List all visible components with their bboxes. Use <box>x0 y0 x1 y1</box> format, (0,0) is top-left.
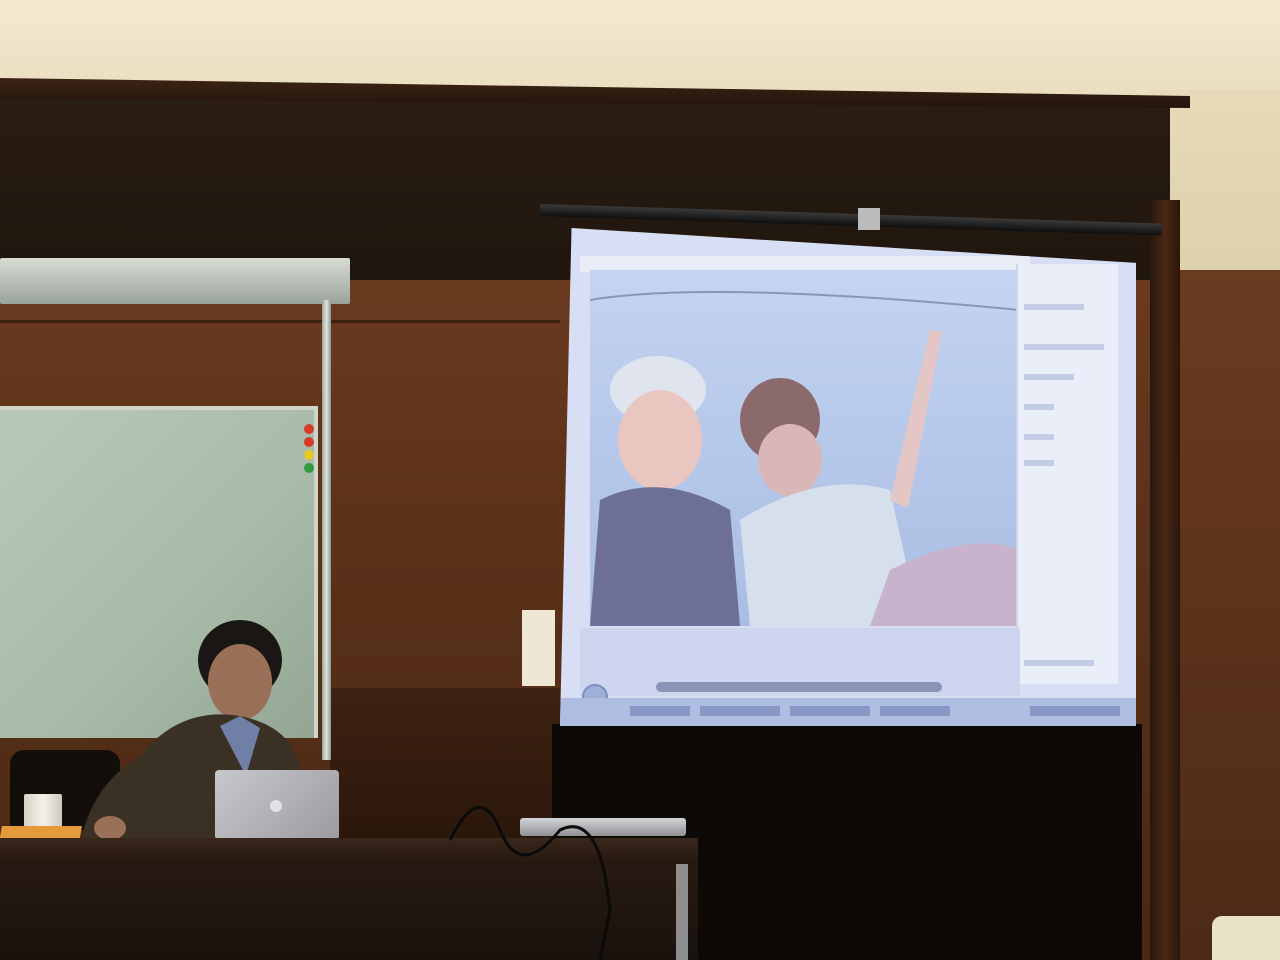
taskbar-item <box>790 706 870 716</box>
magnet <box>304 450 314 460</box>
panel-text-line <box>1024 344 1104 350</box>
whiteboard-rail <box>0 258 350 304</box>
note-card <box>522 610 555 686</box>
magnet <box>304 424 314 434</box>
panel-text-line <box>1024 404 1054 410</box>
panel-text-line <box>1024 304 1084 310</box>
panel-line <box>0 320 560 323</box>
right-wall-panel <box>1180 270 1280 960</box>
panel-text-line <box>1024 434 1054 440</box>
telephone <box>1212 916 1280 960</box>
magnet-stack <box>302 424 316 484</box>
laptop-logo <box>270 800 282 812</box>
taskbar <box>560 698 1136 726</box>
taskbar-item <box>880 706 950 716</box>
taskbar-item <box>700 706 780 716</box>
magnet <box>304 437 314 447</box>
desk-leg <box>676 864 688 960</box>
taskbar-item <box>630 706 690 716</box>
panel-text-line <box>1024 374 1074 380</box>
panel-text-line <box>1024 660 1094 666</box>
video-frame <box>589 270 1022 626</box>
screen-hanger <box>858 208 880 230</box>
taskbar-tray <box>1030 706 1120 716</box>
side-panel <box>1016 264 1118 684</box>
magnet <box>304 463 314 473</box>
video-scene <box>589 291 1022 626</box>
panel-text-line <box>1024 460 1054 466</box>
projection-screen <box>560 228 1136 726</box>
whiteboard-pole <box>322 300 331 760</box>
seek-bar <box>656 682 942 692</box>
cable <box>448 806 612 960</box>
right-pilaster <box>1150 200 1180 960</box>
